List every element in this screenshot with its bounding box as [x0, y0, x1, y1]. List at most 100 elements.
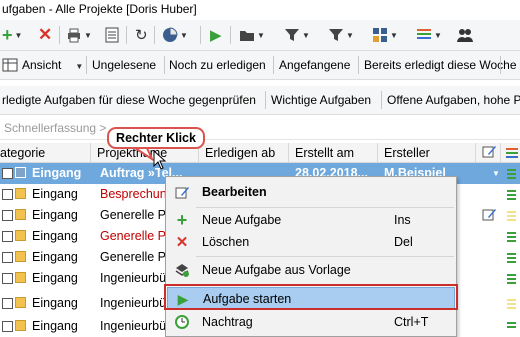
menu-item-new-from-template[interactable]: Neue Aufgabe aus Vorlage [167, 259, 455, 281]
priority-indicator [507, 219, 516, 221]
menu-item-shortcut: Ctrl+T [394, 315, 429, 329]
menu-separator [196, 207, 454, 208]
folder-icon[interactable]: ▼ [239, 26, 265, 44]
users-icon[interactable] [456, 26, 474, 44]
column-header-creator[interactable]: Ersteller [384, 146, 430, 160]
filter-toolbar: Ansicht ▼ Ungelesene Noch zu erledigen An… [0, 51, 520, 80]
category-color-icon [15, 297, 26, 308]
add-icon: + [176, 209, 188, 230]
view-icon[interactable]: ▼ [372, 26, 398, 44]
filter-icon[interactable]: ▼ [328, 26, 354, 44]
filter-icon[interactable]: ▼ [284, 26, 310, 44]
row-checkbox[interactable] [2, 168, 13, 179]
category-color-icon [15, 209, 26, 220]
edit-note-icon[interactable] [482, 207, 497, 225]
toolbar-separator [126, 26, 127, 44]
priority-indicator [507, 232, 516, 234]
menu-separator [196, 256, 454, 257]
menu-item-label: Nachtrag [202, 315, 253, 329]
column-header-created[interactable]: Erstellt am [295, 146, 354, 160]
menu-item-delete[interactable]: ✕ Löschen Del [167, 231, 455, 253]
priority-indicator [507, 261, 516, 263]
toolbar-separator [500, 56, 501, 74]
unread-button[interactable]: Ungelesene [90, 56, 158, 74]
window-title: ufgaben - Alle Projekte [Doris Huber] [2, 2, 197, 16]
category-cell: Eingang [32, 319, 78, 333]
category-color-icon [15, 188, 26, 199]
toolbar-separator [273, 56, 274, 74]
open-tasks-high-priority-button[interactable]: Offene Aufgaben, hohe P [385, 91, 520, 109]
category-cell: Eingang [32, 187, 78, 201]
row-checkbox[interactable] [2, 231, 13, 242]
template-icon [174, 262, 190, 278]
column-header-category[interactable]: ategorie [0, 146, 45, 160]
category-cell: Eingang [32, 229, 78, 243]
done-this-week-button[interactable]: Bereits erledigt diese Woche [362, 56, 519, 74]
print-icon[interactable]: ▼ [66, 26, 92, 44]
important-tasks-button[interactable]: Wichtige Aufgaben [269, 91, 373, 109]
priority-indicator [507, 198, 516, 200]
menu-item-label: Neue Aufgabe [202, 213, 282, 227]
row-checkbox[interactable] [2, 321, 13, 332]
priority-indicator [507, 211, 516, 213]
toolbar-separator [200, 26, 201, 44]
play-icon[interactable]: ▶ [210, 26, 222, 44]
menu-item-new-task[interactable]: + Neue Aufgabe Ins [167, 209, 455, 231]
column-header-due-from[interactable]: Erledigen ab [205, 146, 275, 160]
category-color-icon [15, 320, 26, 331]
column-divider [288, 143, 289, 162]
menu-item-shortcut: Del [394, 235, 413, 249]
toolbar-separator [381, 91, 382, 109]
category-color-icon [15, 272, 26, 283]
callout-text: Rechter Klick [116, 131, 196, 145]
priority-indicator [507, 326, 516, 328]
pie-chart-icon[interactable]: ▼ [162, 26, 188, 44]
priority-indicator [507, 190, 516, 192]
refresh-icon[interactable]: ↻ [135, 26, 148, 44]
context-menu: Bearbeiten + Neue Aufgabe Ins ✕ Löschen … [165, 176, 457, 337]
toolbar-separator [265, 91, 266, 109]
column-divider [475, 143, 476, 162]
toolbar-separator [230, 26, 231, 44]
category-color-icon [15, 251, 26, 262]
edit-icon [174, 184, 190, 200]
priority-indicator [507, 215, 516, 217]
edit-column-icon[interactable] [482, 144, 497, 162]
toolbar-separator [358, 56, 359, 74]
priority-indicator [507, 253, 516, 255]
table-header: ategorie Projektname Erledigen ab Erstel… [0, 143, 520, 163]
priority-indicator [507, 303, 516, 305]
category-cell: Eingang [32, 296, 78, 310]
add-icon[interactable]: + ▼ [2, 25, 22, 45]
priority-indicator [507, 322, 516, 324]
row-checkbox[interactable] [2, 189, 13, 200]
started-button[interactable]: Angefangene [277, 56, 352, 74]
priority-column-icon[interactable] [506, 147, 518, 162]
priority-indicator [507, 307, 516, 309]
toolbar-separator [154, 26, 155, 44]
category-cell: Eingang [32, 271, 78, 285]
chevron-down-icon: ▼ [492, 169, 500, 178]
row-checkbox[interactable] [2, 210, 13, 221]
category-cell: Eingang [32, 208, 78, 222]
menu-item-label: Neue Aufgabe aus Vorlage [202, 263, 351, 277]
toolbar-separator [59, 26, 60, 44]
priority-indicator [507, 257, 516, 259]
menu-item-edit[interactable]: Bearbeiten [167, 181, 455, 203]
row-checkbox[interactable] [2, 252, 13, 263]
row-checkbox[interactable] [2, 298, 13, 309]
columns-icon[interactable]: ▼ [416, 26, 442, 44]
view-button[interactable]: Ansicht ▼ [20, 56, 85, 74]
saved-filters-toolbar: rledigte Aufgaben für diese Woche gegenp… [0, 86, 520, 115]
project-cell: Ingenieurbü [100, 271, 167, 285]
toolbar-separator [86, 56, 87, 74]
quick-entry-field[interactable]: Schnellerfassung > [0, 117, 520, 140]
menu-item-addendum[interactable]: Nachtrag Ctrl+T [167, 311, 455, 333]
row-checkbox[interactable] [2, 273, 13, 284]
to-do-button[interactable]: Noch zu erledigen [167, 56, 268, 74]
project-cell: Ingenieurbü [100, 296, 167, 310]
document-icon[interactable] [105, 26, 119, 44]
title-bar: ufgaben - Alle Projekte [Doris Huber] [0, 0, 520, 20]
verify-done-tasks-button[interactable]: rledigte Aufgaben für diese Woche gegenp… [0, 91, 258, 109]
delete-icon[interactable]: ✕ [38, 25, 52, 44]
